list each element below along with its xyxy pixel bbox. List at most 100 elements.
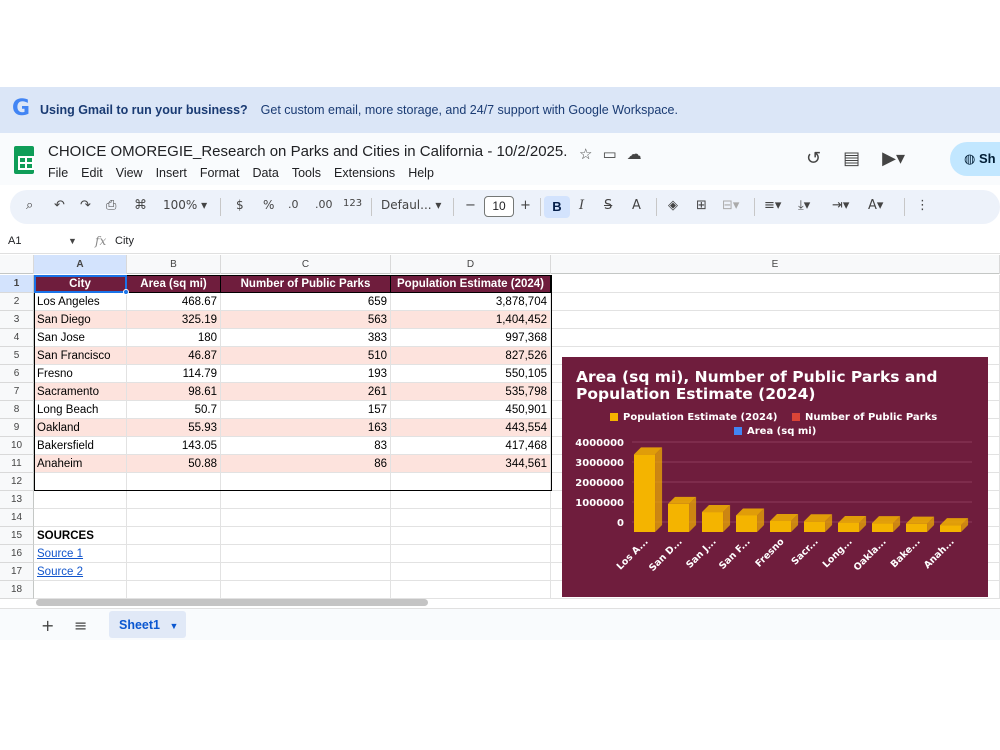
sheets-logo-icon[interactable]	[14, 146, 34, 174]
print-icon[interactable]: ⎙	[106, 198, 116, 213]
table-cell[interactable]: 997,368	[391, 329, 551, 347]
table-cell[interactable]: 450,901	[391, 401, 551, 419]
table-cell[interactable]: San Diego	[34, 311, 127, 329]
history-icon[interactable]: ↺	[806, 148, 821, 169]
column-header-e[interactable]: E	[551, 255, 1000, 274]
increase-decimal-button[interactable]: .00	[315, 198, 333, 211]
menu-view[interactable]: View	[116, 166, 143, 180]
table-cell[interactable]: 827,526	[391, 347, 551, 365]
table-header-cell[interactable]: City	[34, 275, 127, 293]
table-cell[interactable]: 83	[221, 437, 391, 455]
empty-cell[interactable]	[127, 581, 221, 599]
table-cell[interactable]: 157	[221, 401, 391, 419]
menu-data[interactable]: Data	[252, 166, 278, 180]
table-cell[interactable]: Sacramento	[34, 383, 127, 401]
italic-button[interactable]: I	[579, 198, 584, 213]
row-header[interactable]: 8	[0, 401, 34, 419]
name-box[interactable]: A1	[8, 235, 21, 247]
empty-cell[interactable]	[34, 509, 127, 527]
table-cell[interactable]: 443,554	[391, 419, 551, 437]
table-cell[interactable]: Los Angeles	[34, 293, 127, 311]
increase-font-size-icon[interactable]: +	[520, 198, 531, 213]
row-header[interactable]: 13	[0, 491, 34, 509]
table-cell[interactable]: Anaheim	[34, 455, 127, 473]
meet-icon[interactable]: ▶▾	[882, 148, 905, 169]
empty-cell[interactable]	[221, 473, 391, 491]
bold-button[interactable]: B	[544, 196, 570, 218]
table-cell[interactable]: Fresno	[34, 365, 127, 383]
row-header[interactable]: 1	[0, 275, 34, 293]
column-header-c[interactable]: C	[221, 255, 391, 274]
workspace-banner[interactable]: G Using Gmail to run your business? Get …	[0, 87, 1000, 133]
table-cell[interactable]: 163	[221, 419, 391, 437]
select-all-corner[interactable]	[0, 255, 34, 274]
empty-cell[interactable]	[221, 545, 391, 563]
font-size-input[interactable]: 10	[484, 196, 514, 217]
decrease-decimal-button[interactable]: .0	[288, 198, 299, 211]
table-cell[interactable]: Long Beach	[34, 401, 127, 419]
row-header[interactable]: 11	[0, 455, 34, 473]
empty-cell[interactable]	[551, 329, 1000, 347]
table-cell[interactable]: 550,105	[391, 365, 551, 383]
menu-tools[interactable]: Tools	[292, 166, 321, 180]
row-header[interactable]: 18	[0, 581, 34, 599]
empty-cell[interactable]	[34, 473, 127, 491]
empty-cell[interactable]	[391, 491, 551, 509]
empty-cell[interactable]	[127, 509, 221, 527]
table-cell[interactable]: 261	[221, 383, 391, 401]
move-folder-icon[interactable]: ▭	[602, 145, 616, 163]
vertical-align-icon[interactable]: ⤓▾	[798, 198, 810, 213]
empty-cell[interactable]	[221, 563, 391, 581]
text-wrapping-icon[interactable]: ⇥▾	[832, 198, 849, 213]
source-1-link[interactable]: Source 1	[34, 545, 127, 563]
text-color-button[interactable]: A	[632, 198, 641, 213]
column-header-a[interactable]: A	[34, 255, 127, 274]
table-cell[interactable]: 55.93	[127, 419, 221, 437]
empty-cell[interactable]	[391, 581, 551, 599]
empty-cell[interactable]	[391, 509, 551, 527]
table-cell[interactable]: 468.67	[127, 293, 221, 311]
horizontal-align-icon[interactable]: ≡▾	[764, 198, 781, 213]
fill-color-icon[interactable]: ◈	[668, 198, 678, 213]
empty-cell[interactable]	[221, 581, 391, 599]
more-options-icon[interactable]: ⋮	[916, 198, 929, 213]
table-cell[interactable]: Oakland	[34, 419, 127, 437]
table-cell[interactable]: San Jose	[34, 329, 127, 347]
table-cell[interactable]: 3,878,704	[391, 293, 551, 311]
empty-cell[interactable]	[221, 509, 391, 527]
empty-cell[interactable]	[221, 491, 391, 509]
menu-extensions[interactable]: Extensions	[334, 166, 395, 180]
embedded-chart[interactable]: Area (sq mi), Number of Public Parks and…	[562, 357, 988, 597]
sheet-tab-sheet1[interactable]: Sheet1 ▼	[109, 611, 186, 638]
table-header-cell[interactable]: Number of Public Parks	[221, 275, 391, 293]
empty-cell[interactable]	[34, 491, 127, 509]
cloud-status-icon[interactable]: ☁	[627, 145, 642, 163]
sources-label[interactable]: SOURCES	[34, 527, 127, 545]
row-header[interactable]: 2	[0, 293, 34, 311]
table-cell[interactable]: 659	[221, 293, 391, 311]
table-header-cell[interactable]: Population Estimate (2024)	[391, 275, 551, 293]
table-cell[interactable]: 344,561	[391, 455, 551, 473]
row-header[interactable]: 16	[0, 545, 34, 563]
row-header[interactable]: 4	[0, 329, 34, 347]
paint-format-icon[interactable]: ⌘	[134, 198, 147, 213]
empty-cell[interactable]	[127, 563, 221, 581]
row-header[interactable]: 15	[0, 527, 34, 545]
table-cell[interactable]: 50.88	[127, 455, 221, 473]
row-header[interactable]: 12	[0, 473, 34, 491]
row-header[interactable]: 3	[0, 311, 34, 329]
redo-icon[interactable]: ↷	[80, 198, 91, 213]
all-sheets-icon[interactable]: ≡	[74, 616, 87, 635]
percent-format-button[interactable]: %	[263, 198, 274, 212]
row-header[interactable]: 14	[0, 509, 34, 527]
row-header[interactable]: 5	[0, 347, 34, 365]
menu-format[interactable]: Format	[200, 166, 240, 180]
fill-handle[interactable]	[123, 289, 129, 295]
font-select[interactable]: Defaul... ▾	[381, 198, 441, 212]
column-header-b[interactable]: B	[127, 255, 221, 274]
empty-cell[interactable]	[391, 473, 551, 491]
formula-input[interactable]: City	[115, 235, 134, 247]
empty-cell[interactable]	[221, 527, 391, 545]
table-cell[interactable]: 143.05	[127, 437, 221, 455]
text-rotation-icon[interactable]: A▾	[868, 198, 883, 213]
